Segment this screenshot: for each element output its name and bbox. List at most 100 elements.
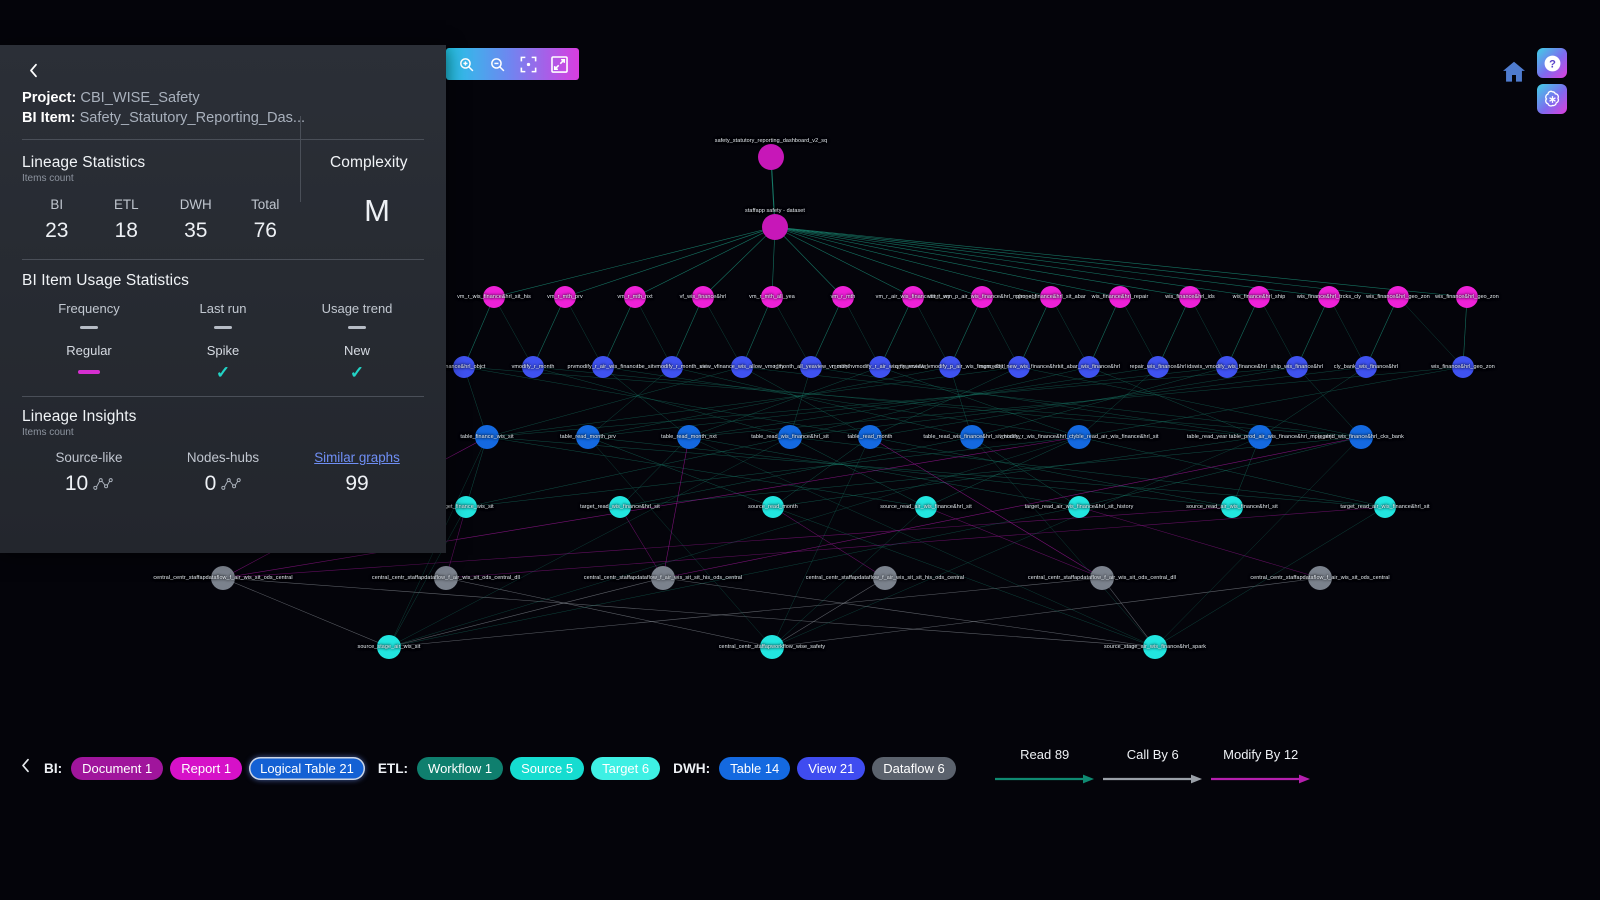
graph-node[interactable] [475, 425, 499, 449]
graph-node[interactable] [554, 286, 576, 308]
graph-node[interactable] [1068, 496, 1090, 518]
graph-node[interactable] [651, 566, 675, 590]
graph-node[interactable] [858, 425, 882, 449]
usage-mark [22, 363, 156, 381]
graph-node[interactable] [915, 496, 937, 518]
graph-node[interactable] [661, 356, 683, 378]
graph-edge [1397, 296, 1464, 368]
graph-node[interactable] [609, 496, 631, 518]
zoom-in-icon[interactable] [453, 51, 479, 77]
legend-pill-table-14[interactable]: Table 14 [719, 756, 791, 780]
graph-node[interactable] [1067, 425, 1091, 449]
legend-back-button[interactable] [12, 758, 38, 778]
graph-node[interactable] [1221, 496, 1243, 518]
graph-node[interactable] [1355, 356, 1377, 378]
help-icon[interactable]: ? [1537, 48, 1567, 78]
graph-node[interactable] [1248, 286, 1270, 308]
home-icon[interactable] [1500, 58, 1528, 86]
check-icon: ✓ [349, 362, 365, 382]
panel-back-button[interactable] [22, 59, 44, 81]
focus-icon[interactable] [515, 51, 541, 77]
graph-node[interactable] [778, 425, 802, 449]
graph-edge [222, 577, 1156, 648]
graph-zoom-toolbar[interactable] [446, 48, 579, 80]
legend-pill-report-1[interactable]: Report 1 [170, 756, 243, 780]
graph-node[interactable] [692, 286, 714, 308]
graph-node[interactable] [1216, 356, 1238, 378]
zoom-out-icon[interactable] [484, 51, 510, 77]
usage-value: Spike [206, 343, 240, 358]
graph-node[interactable] [960, 425, 984, 449]
graph-node[interactable] [761, 286, 783, 308]
insight-header[interactable]: Similar graphs [290, 450, 424, 465]
graph-node[interactable] [522, 356, 544, 378]
usage-header: Usage trend [321, 301, 393, 316]
graph-edge [463, 296, 495, 368]
graph-node[interactable] [832, 286, 854, 308]
graph-node[interactable] [1008, 356, 1030, 378]
graph-nodes-icon [93, 478, 113, 490]
insight-header: Nodes-hubs [186, 450, 260, 465]
lineage-insights-subtitle: Items count [22, 427, 74, 438]
graph-node[interactable] [762, 496, 784, 518]
graph-node[interactable] [1349, 425, 1373, 449]
graph-node[interactable] [758, 144, 784, 170]
graph-edge [564, 296, 604, 368]
graph-node[interactable] [211, 566, 235, 590]
graph-node[interactable] [1374, 496, 1396, 518]
divider [22, 396, 424, 397]
graph-node[interactable] [624, 286, 646, 308]
graph-edge [619, 436, 690, 508]
graph-node[interactable] [731, 356, 753, 378]
bi-item-value: Safety_Statutory_Reporting_Das... [79, 110, 306, 126]
graph-node[interactable] [677, 425, 701, 449]
graph-node[interactable] [1456, 286, 1478, 308]
graph-node[interactable] [762, 214, 788, 240]
legend-pill-workflow-1[interactable]: Workflow 1 [417, 756, 504, 780]
graph-node[interactable] [377, 635, 401, 659]
legend-pill-dataflow-6[interactable]: Dataflow 6 [872, 756, 956, 780]
graph-node[interactable] [1248, 425, 1272, 449]
graph-node[interactable] [1179, 286, 1201, 308]
graph-node[interactable] [453, 356, 475, 378]
graph-node[interactable] [1452, 356, 1474, 378]
graph-node[interactable] [902, 286, 924, 308]
graph-node[interactable] [455, 496, 477, 518]
graph-node[interactable] [971, 286, 993, 308]
insight-header: Source-like [55, 450, 123, 465]
graph-node[interactable] [434, 566, 458, 590]
legend-pill-view-21[interactable]: View 21 [797, 756, 866, 780]
insight-col-source-like: Source-like 10 [22, 450, 156, 496]
graph-node[interactable] [760, 635, 784, 659]
graph-node[interactable] [1286, 356, 1308, 378]
edge-legend-arrow-icon [1099, 771, 1207, 789]
graph-node[interactable] [1109, 286, 1131, 308]
legend-pill-target-6[interactable]: Target 6 [591, 756, 661, 780]
graph-node[interactable] [1387, 286, 1409, 308]
graph-node[interactable] [592, 356, 614, 378]
stat-col-dwh: DWH 35 [161, 197, 231, 243]
legend-pill-document-1[interactable]: Document 1 [71, 756, 164, 780]
graph-node[interactable] [1147, 356, 1169, 378]
graph-node[interactable] [873, 566, 897, 590]
graph-node[interactable] [1078, 356, 1100, 378]
graph-node[interactable] [939, 356, 961, 378]
graph-node[interactable] [483, 286, 505, 308]
legend-pill-source-5[interactable]: Source 5 [510, 756, 585, 780]
graph-node[interactable] [1040, 286, 1062, 308]
graph-node[interactable] [869, 356, 891, 378]
graph-node[interactable] [1308, 566, 1332, 590]
graph-node[interactable] [1143, 635, 1167, 659]
edge-legend-label: Call By 6 [1126, 747, 1179, 762]
graph-node[interactable] [576, 425, 600, 449]
legend-pill-logical-table-21[interactable]: Logical Table 21 [249, 756, 365, 780]
graph-edge [702, 296, 743, 368]
graph-node[interactable] [800, 356, 822, 378]
fit-screen-icon[interactable] [546, 51, 572, 77]
complexity-value: M [364, 193, 390, 228]
graph-node[interactable] [1090, 566, 1114, 590]
ai-assistant-icon[interactable] [1537, 84, 1567, 114]
graph-edge [602, 296, 636, 368]
graph-edge [842, 296, 881, 368]
graph-node[interactable] [1318, 286, 1340, 308]
